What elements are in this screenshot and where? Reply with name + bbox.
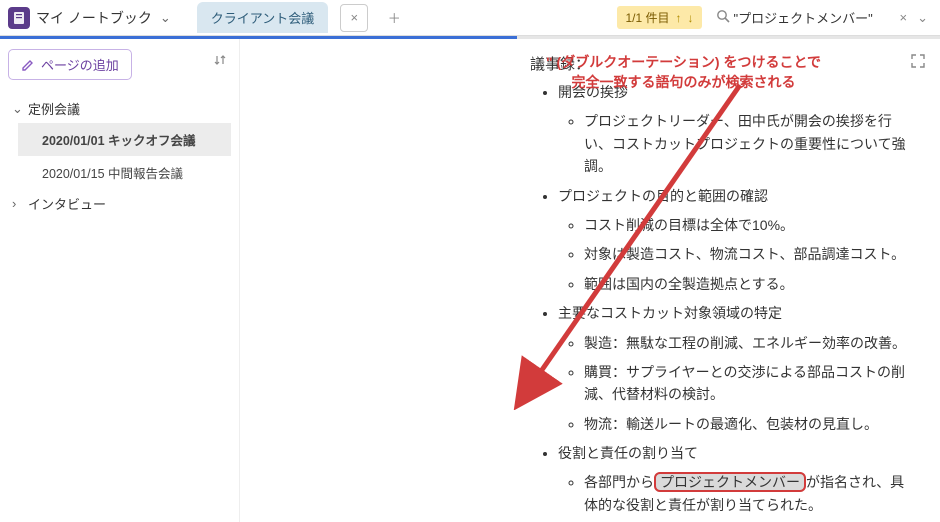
doc-sub-bullet: 範囲は国内の全製造拠点とする。 — [584, 273, 910, 295]
doc-sub-bullet: 対象は製造コスト、物流コスト、部品調達コスト。 — [584, 243, 910, 265]
search-options-button[interactable]: ⌄ — [913, 10, 932, 26]
tree-section-label: 定例会議 — [28, 99, 80, 118]
doc-sub-bullet: 購買：サプライヤーとの交渉による部品コストの削減、代替材料の検討。 — [584, 361, 910, 406]
clear-search-button[interactable]: × — [894, 10, 914, 25]
page-item[interactable]: 2020/01/01 キックオフ会議 — [18, 123, 231, 156]
expand-icon[interactable] — [910, 53, 926, 72]
tree-section-label: インタビュー — [28, 194, 106, 213]
search-icon — [716, 9, 730, 26]
doc-bullet: 主要なコストカット対象領域の特定製造：無駄な工程の削減、エネルギー効率の改善。購… — [558, 302, 910, 435]
doc-sub-bullet: 物流：輸送ルートの最適化、包装材の見直し。 — [584, 413, 910, 435]
chevron-down-icon[interactable]: ⌄ — [160, 10, 171, 26]
doc-sub-bullet: プロジェクトリーダー、田中氏が開会の挨拶を行い、コストカットプロジェクトの重要性… — [584, 110, 910, 177]
doc-bullet: 役割と責任の割り当て各部門からプロジェクトメンバーが指名され、具体的な役割と責任… — [558, 442, 910, 516]
search-box: × ⌄ — [716, 9, 933, 26]
notebook-icon — [8, 7, 30, 29]
page-item[interactable]: 2020/01/15 中間報告会議 — [18, 156, 231, 189]
sidebar: ページの追加 ⌄定例会議2020/01/01 キックオフ会議2020/01/15… — [0, 39, 240, 522]
search-hit-count: 1/1 件目 ↑ ↓ — [617, 6, 701, 29]
doc-heading: 議事録： — [530, 53, 910, 74]
next-hit-button[interactable]: ↓ — [688, 11, 694, 25]
tree-section[interactable]: ⌄定例会議 — [8, 94, 231, 123]
search-input[interactable] — [734, 10, 894, 25]
tab-close-button[interactable]: × — [340, 4, 368, 32]
sort-button[interactable] — [209, 49, 231, 74]
search-highlight: プロジェクトメンバー — [654, 472, 806, 492]
twisty-icon: › — [12, 196, 24, 211]
tab-active[interactable]: クライアント会議 — [197, 2, 328, 33]
prev-hit-button[interactable]: ↑ — [676, 11, 682, 25]
doc-bullet: 開会の挨拶プロジェクトリーダー、田中氏が開会の挨拶を行い、コストカットプロジェク… — [558, 81, 910, 178]
document-area: 議事録： 開会の挨拶プロジェクトリーダー、田中氏が開会の挨拶を行い、コストカット… — [240, 39, 940, 522]
hit-count-text: 1/1 件目 — [625, 9, 669, 26]
notebook-title[interactable]: マイ ノートブック — [36, 8, 152, 28]
doc-outline: 開会の挨拶プロジェクトリーダー、田中氏が開会の挨拶を行い、コストカットプロジェク… — [536, 81, 910, 522]
edit-icon — [21, 58, 35, 72]
doc-sub-bullet: コスト削減の目標は全体で10%。 — [584, 214, 910, 236]
add-page-label: ページの追加 — [41, 55, 119, 74]
twisty-icon: ⌄ — [12, 101, 24, 117]
doc-sub-bullet: 各部門からプロジェクトメンバーが指名され、具体的な役割と責任が割り当てられた。 — [584, 471, 910, 516]
tab-label: クライアント会議 — [211, 11, 314, 26]
top-bar: マイ ノートブック ⌄ クライアント会議 × ＋ 1/1 件目 ↑ ↓ × ⌄ — [0, 0, 940, 36]
doc-bullet: プロジェクトの目的と範囲の確認コスト削減の目標は全体で10%。対象は製造コスト、… — [558, 185, 910, 296]
page-tree: ⌄定例会議2020/01/01 キックオフ会議2020/01/15 中間報告会議… — [8, 94, 231, 218]
add-page-button[interactable]: ページの追加 — [8, 49, 132, 80]
tree-section[interactable]: › インタビュー — [8, 189, 231, 218]
doc-sub-bullet: 製造：無駄な工程の削減、エネルギー効率の改善。 — [584, 332, 910, 354]
tab-new-button[interactable]: ＋ — [380, 4, 408, 32]
